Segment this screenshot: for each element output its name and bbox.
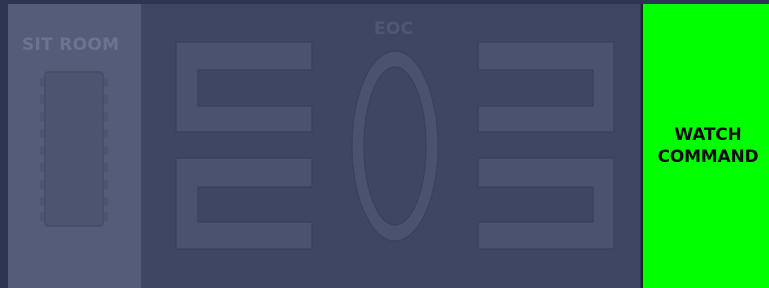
eoc-desk-left-upper bbox=[175, 41, 313, 133]
floor-plan: SIT ROOM EOC WATCH COMMAND bbox=[0, 0, 769, 288]
eoc-desk-right-lower bbox=[477, 157, 615, 250]
sit-room-table bbox=[40, 71, 108, 227]
watch-command-area[interactable]: WATCH COMMAND bbox=[641, 4, 769, 288]
eoc-oval-table bbox=[351, 50, 439, 242]
eoc-desk-left-lower bbox=[175, 157, 313, 250]
watch-command-label: WATCH COMMAND bbox=[657, 125, 759, 167]
eoc-desk-right-upper bbox=[477, 41, 615, 133]
